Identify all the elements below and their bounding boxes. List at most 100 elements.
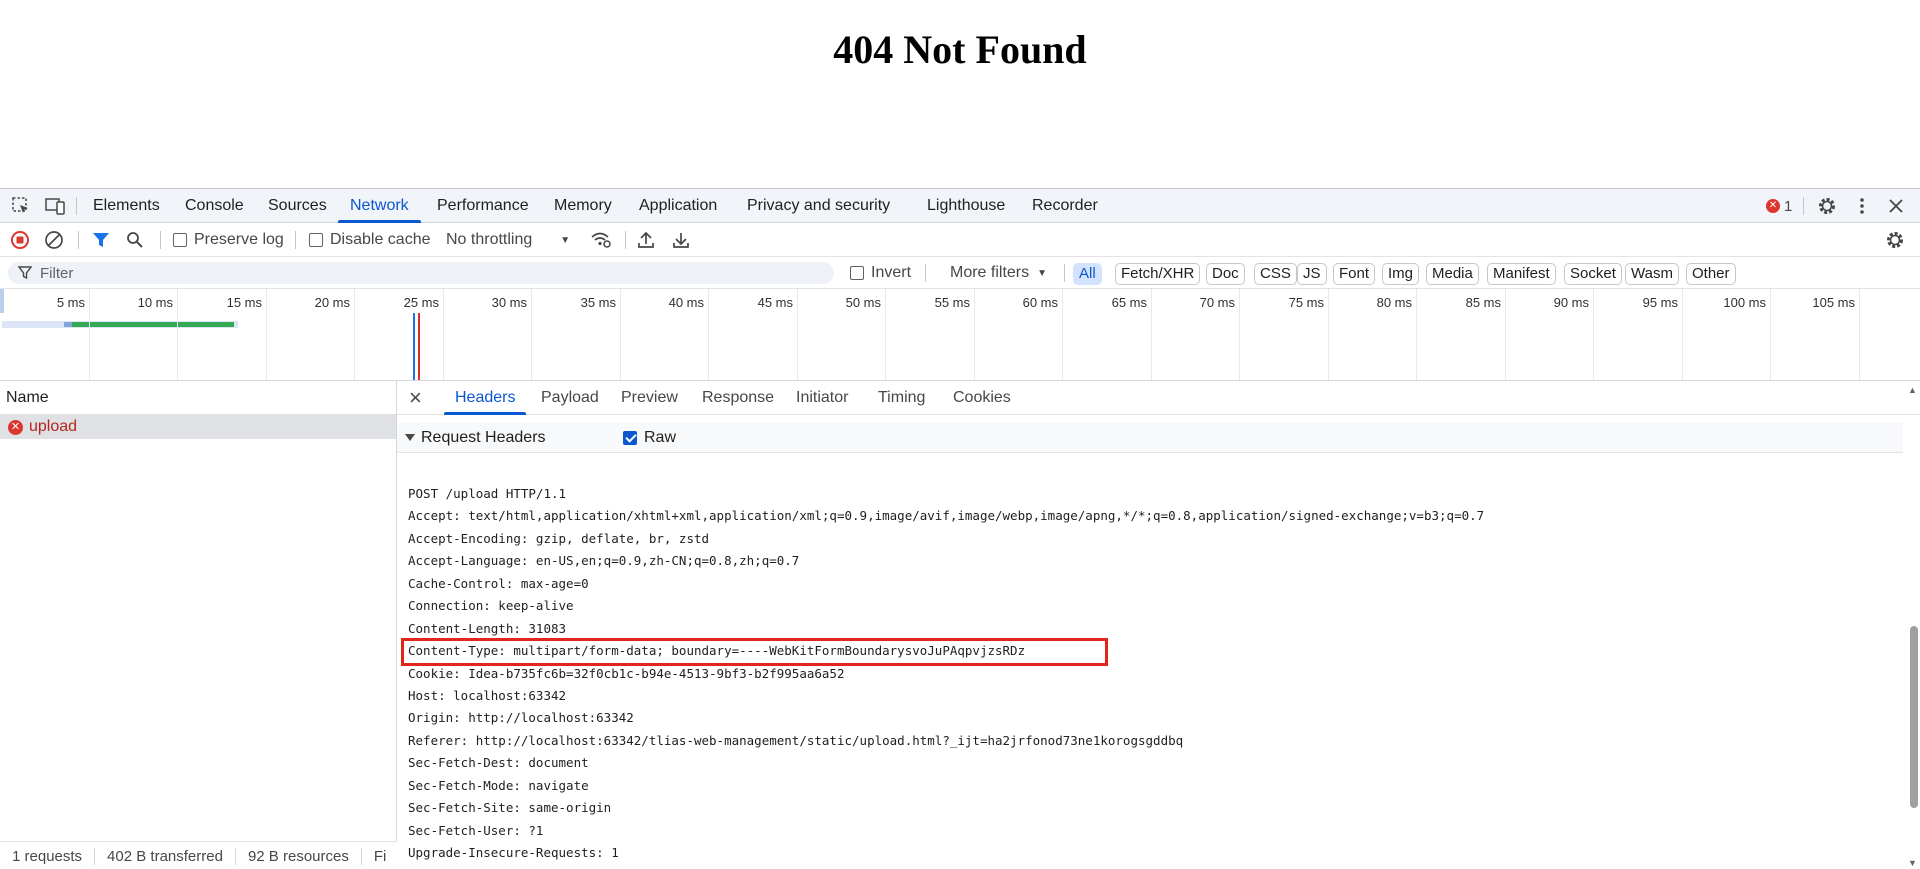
type-filter-media[interactable]: Media [1426, 263, 1479, 285]
more-options-icon[interactable] [1848, 189, 1876, 223]
tab-initiator[interactable]: Initiator [796, 381, 848, 415]
chevron-down-icon: ▼ [560, 234, 571, 246]
scroll-up-arrow-icon[interactable]: ▲ [1908, 385, 1917, 395]
filter-icon [18, 266, 32, 280]
type-filter-all[interactable]: All [1073, 263, 1102, 285]
devtools-panel: Elements Console Sources Network Perform… [0, 188, 1920, 869]
timeline-tick-label: 11 [1883, 295, 1920, 310]
tab-sources[interactable]: Sources [268, 189, 327, 223]
tab-network[interactable]: Network [338, 189, 421, 223]
tab-preview[interactable]: Preview [621, 381, 678, 415]
tab-recorder[interactable]: Recorder [1032, 189, 1098, 223]
timeline-gridline [177, 289, 178, 380]
type-filter-img[interactable]: Img [1382, 263, 1420, 285]
timeline-tick-label: 70 ms [1199, 295, 1235, 310]
tab-console[interactable]: Console [185, 189, 244, 223]
timeline-left-handle[interactable] [0, 289, 4, 313]
network-conditions-icon[interactable] [590, 223, 612, 257]
tab-application[interactable]: Application [639, 189, 717, 223]
tab-performance[interactable]: Performance [437, 189, 529, 223]
timeline-tick-label: 85 ms [1465, 295, 1501, 310]
close-detail-icon[interactable]: × [409, 381, 422, 415]
column-header-name[interactable]: Name [0, 381, 396, 415]
timeline-gridline [354, 289, 355, 380]
filter-bar: Filter Invert More filters ▼ All Fetch/X… [0, 257, 1920, 289]
preserve-log-checkbox[interactable]: Preserve log [173, 223, 284, 257]
type-filter-other[interactable]: Other [1686, 263, 1736, 285]
type-filter-manifest[interactable]: Manifest [1487, 263, 1556, 285]
timeline-gridline [797, 289, 798, 380]
network-status-bar: 1 requests 402 B transferred 92 B resour… [0, 841, 397, 869]
header-line: Sec-Fetch-Mode: navigate [408, 777, 589, 793]
network-settings-gear-icon[interactable] [1885, 223, 1905, 257]
inspect-element-icon[interactable] [7, 189, 35, 223]
type-filter-font[interactable]: Font [1333, 263, 1376, 285]
type-filter-doc[interactable]: Doc [1206, 263, 1245, 285]
network-timeline-overview[interactable]: 5 ms 10 ms 15 ms 20 ms 25 ms 30 ms 35 ms 40 ms 4… [0, 289, 1920, 381]
timeline-gridline [885, 289, 886, 380]
timeline-gridline [1770, 289, 1771, 380]
stop-recording-icon[interactable] [10, 223, 30, 257]
filter-funnel-icon[interactable] [92, 223, 110, 257]
header-line: Sec-Fetch-Site: same-origin [408, 800, 612, 816]
type-filter-socket[interactable]: Socket [1564, 263, 1622, 285]
timeline-tick-label: 90 ms [1553, 295, 1589, 310]
throttling-select[interactable]: No throttling ▼ [446, 223, 570, 257]
export-har-icon[interactable] [672, 223, 690, 257]
header-line: Content-Length: 31083 [408, 620, 567, 636]
type-filter-css[interactable]: CSS [1254, 263, 1297, 285]
error-count-badge[interactable]: ✕ 1 [1766, 196, 1792, 216]
invert-checkbox[interactable]: Invert [850, 256, 911, 290]
tab-memory[interactable]: Memory [554, 189, 612, 223]
type-filter-wasm[interactable]: Wasm [1625, 263, 1679, 285]
disable-cache-checkbox[interactable]: Disable cache [309, 223, 431, 257]
load-event-marker [418, 313, 420, 380]
tab-elements[interactable]: Elements [93, 189, 160, 223]
tab-headers[interactable]: Headers [443, 381, 528, 415]
timeline-tick-label: 60 ms [1022, 295, 1058, 310]
content-type-highlight [401, 638, 1108, 666]
timeline-gridline [1062, 289, 1063, 380]
timeline-tick-label: 80 ms [1376, 295, 1412, 310]
timeline-tick-label: 40 ms [668, 295, 704, 310]
timeline-gridline [1239, 289, 1240, 380]
error-icon: ✕ [1766, 199, 1780, 213]
timeline-gridline [1682, 289, 1683, 380]
raw-checkbox[interactable]: Raw [623, 429, 676, 447]
tab-lighthouse[interactable]: Lighthouse [927, 189, 1005, 223]
tab-cookies[interactable]: Cookies [953, 381, 1011, 415]
clear-icon[interactable] [44, 223, 64, 257]
type-filter-js[interactable]: JS [1297, 263, 1327, 285]
timeline-tick-label: 10 ms [137, 295, 173, 310]
search-icon[interactable] [126, 223, 144, 257]
timeline-tick-label: 75 ms [1288, 295, 1324, 310]
request-headers-toggle[interactable]: Request Headers [405, 429, 546, 447]
status-resources: 92 B resources [236, 847, 362, 865]
header-line: Referer: http://localhost:63342/tlias-we… [408, 732, 1184, 748]
tab-privacy-and-security[interactable]: Privacy and security [747, 189, 890, 223]
tab-timing[interactable]: Timing [878, 381, 925, 415]
timeline-gridline [1505, 289, 1506, 380]
type-filter-fetch-xhr[interactable]: Fetch/XHR [1115, 263, 1201, 285]
scrollbar-thumb[interactable] [1910, 626, 1918, 808]
scroll-down-arrow-icon[interactable]: ▼ [1908, 858, 1917, 868]
close-devtools-icon[interactable] [1882, 189, 1910, 223]
more-filters-dropdown[interactable]: More filters ▼ [950, 256, 1047, 290]
request-list: Name ✕ upload [0, 381, 397, 841]
timeline-tick-label: 35 ms [580, 295, 616, 310]
detail-tabbar: × Headers Payload Preview Response Initi… [397, 381, 1920, 415]
tab-response[interactable]: Response [702, 381, 774, 415]
tab-payload[interactable]: Payload [541, 381, 599, 415]
page-content: 404 Not Found [0, 0, 1920, 188]
filter-input[interactable]: Filter [8, 262, 834, 284]
timeline-download-bar [72, 322, 234, 327]
timeline-gridline [266, 289, 267, 380]
request-row[interactable]: ✕ upload [0, 415, 396, 439]
timeline-tick-label: 95 ms [1642, 295, 1678, 310]
dom-content-loaded-marker [413, 313, 415, 380]
device-toolbar-icon[interactable] [42, 189, 70, 223]
detail-scrollbar[interactable]: ▲ ▼ [1905, 381, 1920, 869]
settings-gear-icon[interactable] [1813, 189, 1841, 223]
import-har-icon[interactable] [637, 223, 655, 257]
timeline-tick-label: 20 ms [314, 295, 350, 310]
